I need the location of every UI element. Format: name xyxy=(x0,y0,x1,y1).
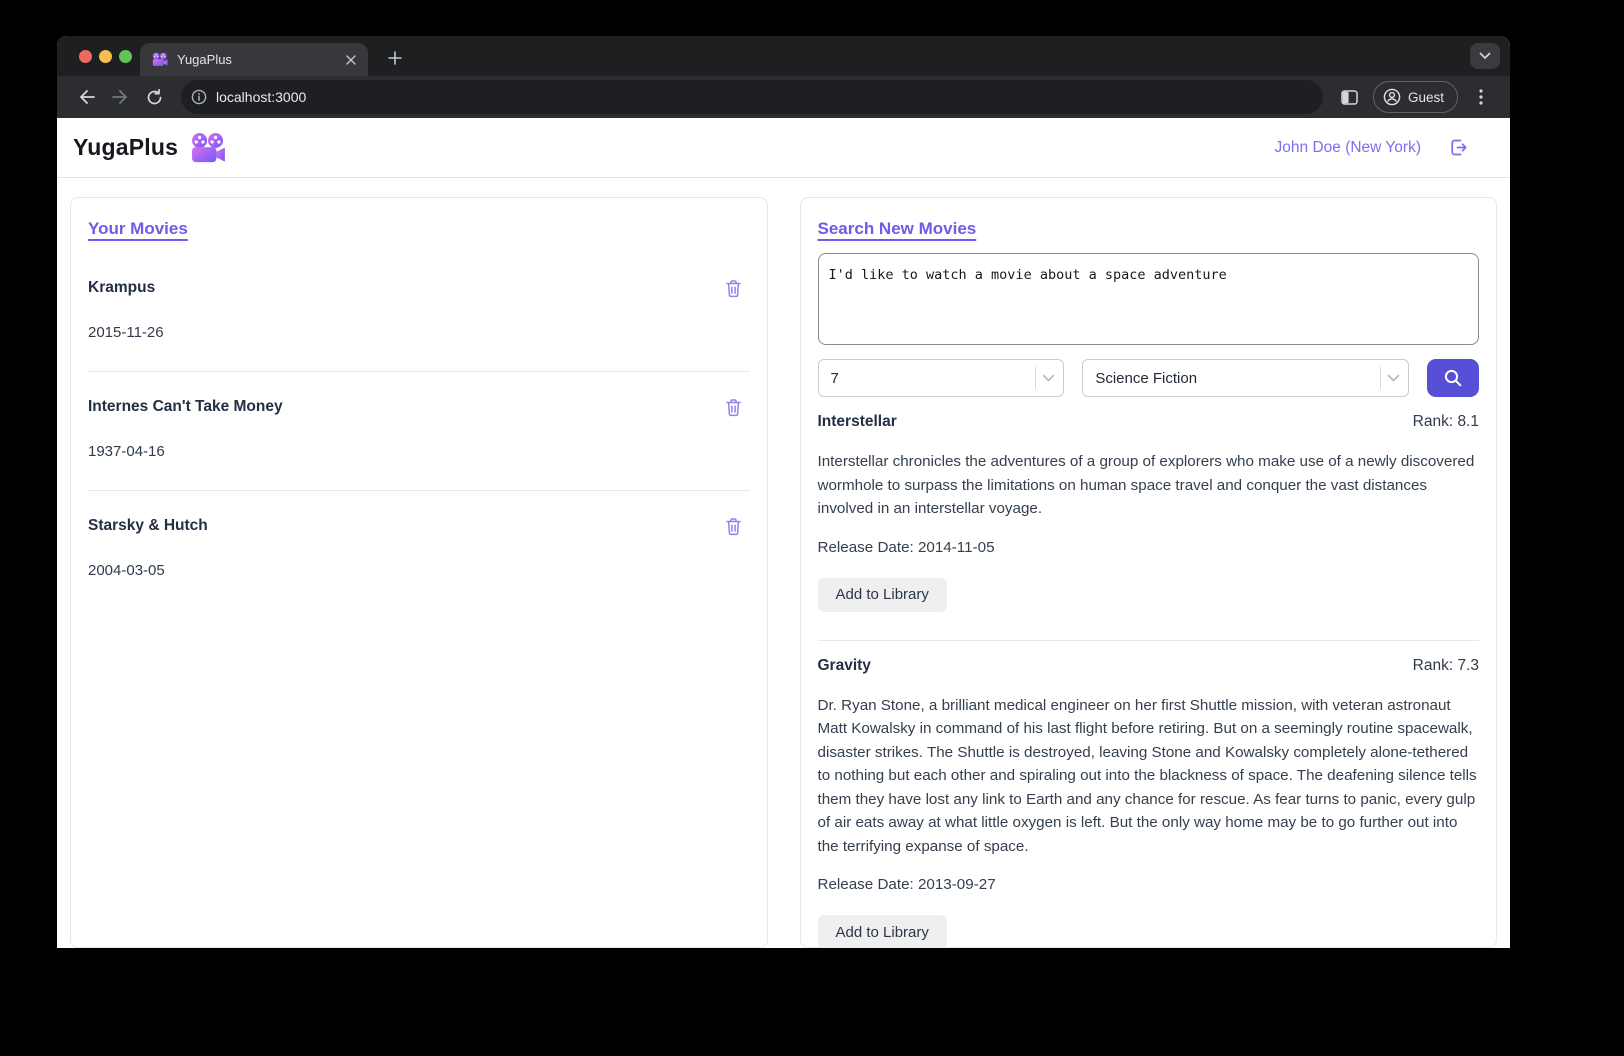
profile-avatar-icon xyxy=(1383,88,1401,106)
result-movie-title: Gravity xyxy=(818,657,871,675)
app-header: YugaPlus xyxy=(57,118,1510,178)
movie-title: Krampus xyxy=(88,279,155,297)
genre-select-value: Science Fiction xyxy=(1095,370,1374,387)
select-divider xyxy=(1035,367,1036,389)
result-release-date: Release Date: 2013-09-27 xyxy=(818,876,1480,893)
chevron-down-icon xyxy=(1042,374,1055,382)
result-rank: Rank: 7.3 xyxy=(1413,657,1479,675)
add-to-library-button[interactable]: Add to Library xyxy=(818,915,947,948)
movie-search-input[interactable]: I'd like to watch a movie about a space … xyxy=(818,253,1480,345)
side-panel-icon[interactable] xyxy=(1336,83,1364,111)
back-button[interactable] xyxy=(72,83,100,111)
new-tab-button[interactable] xyxy=(382,45,408,71)
fullscreen-window-button[interactable] xyxy=(119,50,132,63)
url-text: localhost:3000 xyxy=(216,89,306,105)
address-bar[interactable]: localhost:3000 xyxy=(181,80,1323,114)
reload-button[interactable] xyxy=(140,83,168,111)
rank-select[interactable]: 7 xyxy=(818,359,1065,397)
main-content: Your Movies Krampus 201 xyxy=(57,178,1510,948)
movie-title: Internes Can't Take Money xyxy=(88,398,283,416)
movie-camera-logo-icon xyxy=(190,133,226,163)
your-movies-heading: Your Movies xyxy=(88,219,750,239)
search-result-item: Interstellar Rank: 8.1 Interstellar chro… xyxy=(818,397,1480,638)
search-new-movies-heading: Search New Movies xyxy=(818,219,1480,239)
minimize-window-button[interactable] xyxy=(99,50,112,63)
user-profile-link[interactable]: John Doe (New York) xyxy=(1275,139,1421,157)
movie-release-date: 2015-11-26 xyxy=(88,324,750,341)
tab-strip: YugaPlus xyxy=(57,36,1510,76)
select-divider xyxy=(1380,367,1381,389)
library-movie-item: Internes Can't Take Money 1937-04-16 xyxy=(88,371,750,490)
profile-label: Guest xyxy=(1408,90,1444,105)
app-page: YugaPlus xyxy=(57,118,1510,948)
user-area: John Doe (New York) xyxy=(1275,137,1468,158)
close-window-button[interactable] xyxy=(79,50,92,63)
movie-title: Starsky & Hutch xyxy=(88,517,208,535)
logout-button[interactable] xyxy=(1447,137,1468,158)
forward-button[interactable] xyxy=(106,83,134,111)
trash-icon xyxy=(725,517,742,536)
logout-icon xyxy=(1447,137,1468,158)
app-title: YugaPlus xyxy=(73,134,178,161)
tab-close-icon[interactable] xyxy=(342,51,360,69)
movie-release-date: 1937-04-16 xyxy=(88,443,750,460)
genre-select[interactable]: Science Fiction xyxy=(1082,359,1409,397)
chevron-down-icon xyxy=(1387,374,1400,382)
browser-toolbar: localhost:3000 Guest xyxy=(57,76,1510,118)
tab-favicon-movie-camera-icon xyxy=(152,52,168,67)
result-description: Dr. Ryan Stone, a brilliant medical engi… xyxy=(818,694,1480,859)
result-release-date: Release Date: 2014-11-05 xyxy=(818,539,1480,556)
trash-icon xyxy=(725,398,742,417)
search-controls: 7 Science Fiction xyxy=(818,359,1480,397)
tab-search-chevron-button[interactable] xyxy=(1470,43,1500,69)
desktop-background: YugaPlus xyxy=(0,0,1624,1056)
movie-release-date: 2004-03-05 xyxy=(88,562,750,579)
delete-movie-button[interactable] xyxy=(717,398,750,417)
result-description: Interstellar chronicles the adventures o… xyxy=(818,450,1480,521)
tab-title: YugaPlus xyxy=(177,52,342,67)
profile-button[interactable]: Guest xyxy=(1373,81,1458,113)
delete-movie-button[interactable] xyxy=(717,279,750,298)
your-movies-panel: Your Movies Krampus 201 xyxy=(70,197,768,948)
browser-menu-icon[interactable] xyxy=(1467,83,1495,111)
search-icon xyxy=(1443,368,1463,388)
add-to-library-button[interactable]: Add to Library xyxy=(818,578,947,612)
trash-icon xyxy=(725,279,742,298)
browser-window: YugaPlus xyxy=(57,36,1510,948)
site-info-icon[interactable] xyxy=(191,89,207,105)
browser-tab-yugaplus[interactable]: YugaPlus xyxy=(140,43,368,76)
search-new-movies-panel: Search New Movies I'd like to watch a mo… xyxy=(800,197,1498,948)
rank-select-value: 7 xyxy=(831,370,1030,387)
brand: YugaPlus xyxy=(73,133,226,163)
result-movie-title: Interstellar xyxy=(818,413,897,431)
result-rank: Rank: 8.1 xyxy=(1413,413,1479,431)
search-button[interactable] xyxy=(1427,359,1479,397)
delete-movie-button[interactable] xyxy=(717,517,750,536)
window-controls xyxy=(79,36,132,76)
library-movie-item: Starsky & Hutch 2004-03-05 xyxy=(88,490,750,609)
library-movie-item: Krampus 2015-11-26 xyxy=(88,253,750,371)
search-result-item: Gravity Rank: 7.3 Dr. Ryan Stone, a bril… xyxy=(818,640,1480,949)
